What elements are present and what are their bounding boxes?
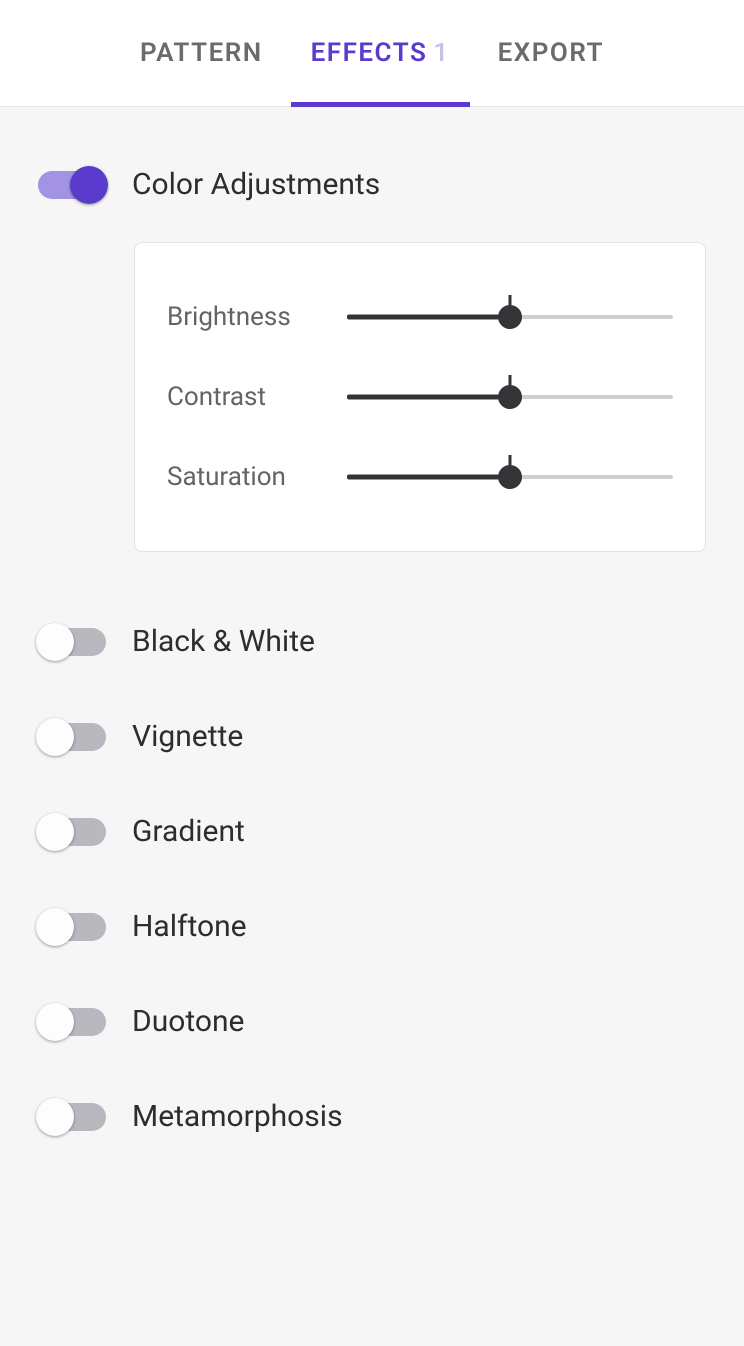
slider-brightness[interactable]	[347, 297, 673, 337]
effect-metamorphosis: Metamorphosis	[38, 1099, 706, 1134]
color-adjustments-panel: Brightness Contrast Saturation	[134, 242, 706, 552]
effect-label: Halftone	[132, 909, 247, 944]
effect-label: Color Adjustments	[132, 167, 380, 202]
tab-bar: PATTERN EFFECTS 1 EXPORT	[0, 0, 744, 107]
tab-effects[interactable]: EFFECTS 1	[311, 0, 450, 107]
toggle-knob	[36, 718, 74, 756]
slider-row-brightness: Brightness	[167, 277, 673, 357]
tab-pattern-label: PATTERN	[140, 38, 263, 68]
slider-contrast[interactable]	[347, 377, 673, 417]
toggle-knob	[36, 813, 74, 851]
effect-duotone: Duotone	[38, 1004, 706, 1039]
toggle-duotone[interactable]	[38, 1008, 106, 1036]
toggle-knob	[36, 1003, 74, 1041]
slider-fill	[347, 395, 510, 400]
toggle-halftone[interactable]	[38, 913, 106, 941]
slider-saturation[interactable]	[347, 457, 673, 497]
toggle-black-white[interactable]	[38, 628, 106, 656]
slider-fill	[347, 315, 510, 320]
slider-thumb[interactable]	[498, 385, 522, 409]
slider-label-contrast: Contrast	[167, 382, 347, 412]
effects-panel: Color Adjustments Brightness Contrast Sa…	[0, 107, 744, 1254]
effect-halftone: Halftone	[38, 909, 706, 944]
tab-export-label: EXPORT	[498, 38, 604, 68]
slider-label-saturation: Saturation	[167, 462, 347, 492]
effect-label: Gradient	[132, 814, 245, 849]
tab-effects-count: 1	[433, 38, 449, 68]
toggle-knob	[36, 1098, 74, 1136]
effect-black-white: Black & White	[38, 624, 706, 659]
effect-label: Duotone	[132, 1004, 244, 1039]
tab-pattern[interactable]: PATTERN	[140, 0, 263, 107]
slider-label-brightness: Brightness	[167, 302, 347, 332]
effect-vignette: Vignette	[38, 719, 706, 754]
effect-label: Vignette	[132, 719, 243, 754]
effect-label: Metamorphosis	[132, 1099, 343, 1134]
toggle-knob	[70, 166, 108, 204]
tab-export[interactable]: EXPORT	[498, 0, 604, 107]
toggle-knob	[36, 908, 74, 946]
effect-label: Black & White	[132, 624, 315, 659]
toggle-knob	[36, 623, 74, 661]
tab-effects-label: EFFECTS	[311, 38, 428, 68]
toggle-vignette[interactable]	[38, 723, 106, 751]
toggle-metamorphosis[interactable]	[38, 1103, 106, 1131]
toggle-color-adjustments[interactable]	[38, 171, 106, 199]
toggle-gradient[interactable]	[38, 818, 106, 846]
slider-thumb[interactable]	[498, 305, 522, 329]
slider-row-saturation: Saturation	[167, 437, 673, 517]
slider-fill	[347, 475, 510, 480]
effect-gradient: Gradient	[38, 814, 706, 849]
effect-color-adjustments: Color Adjustments	[38, 167, 706, 202]
slider-row-contrast: Contrast	[167, 357, 673, 437]
slider-thumb[interactable]	[498, 465, 522, 489]
